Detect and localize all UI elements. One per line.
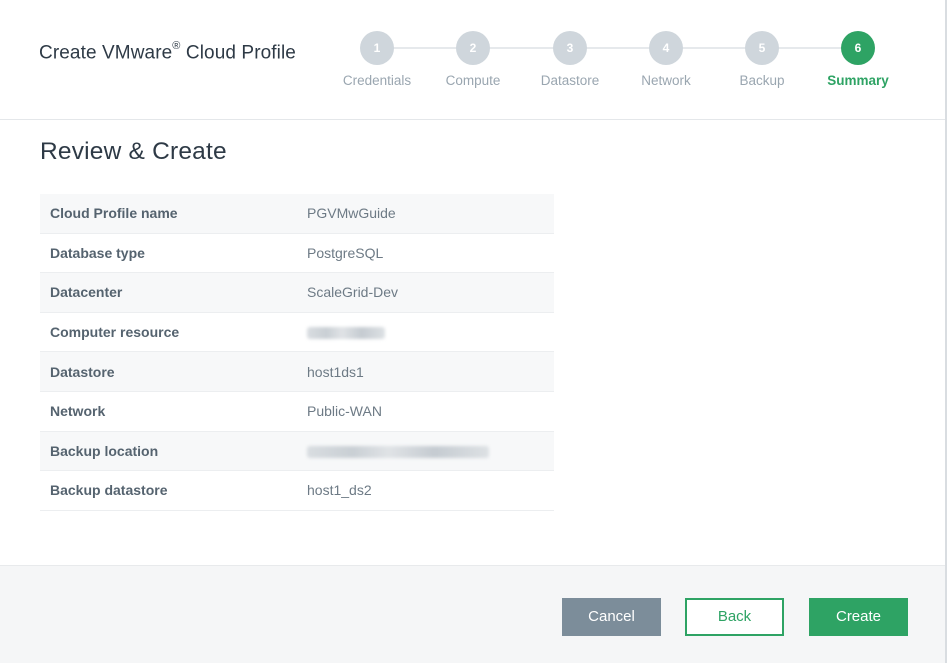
back-button[interactable]: Back <box>685 598 784 636</box>
step-number-circle: 1 <box>360 31 394 65</box>
step-credentials[interactable]: 1 Credentials <box>327 31 427 88</box>
wizard-header: Create VMware® Cloud Profile 1 Credentia… <box>0 0 945 120</box>
step-compute[interactable]: 2 Compute <box>423 31 523 88</box>
row-value: host1ds1 <box>307 363 364 380</box>
row-value: PGVMwGuide <box>307 205 396 222</box>
step-number-circle: 3 <box>553 31 587 65</box>
table-row: Datastore host1ds1 <box>40 352 554 392</box>
table-row: Backup datastore host1_ds2 <box>40 471 554 511</box>
step-number-circle: 2 <box>456 31 490 65</box>
step-label: Credentials <box>342 73 412 88</box>
review-create-heading: Review & Create <box>40 138 227 165</box>
row-label: Datacenter <box>50 284 123 301</box>
row-value-redacted <box>307 324 385 340</box>
cancel-button[interactable]: Cancel <box>562 598 661 636</box>
row-label: Network <box>50 403 106 420</box>
row-value: ScaleGrid-Dev <box>307 284 399 301</box>
step-label: Backup <box>739 73 785 88</box>
step-label: Compute <box>445 73 501 88</box>
row-label: Backup location <box>50 442 159 459</box>
step-label: Datastore <box>540 73 600 88</box>
row-value-redacted <box>307 443 489 459</box>
step-network[interactable]: 4 Network <box>616 31 716 88</box>
row-value: Public-WAN <box>307 403 382 420</box>
table-row: Database type PostgreSQL <box>40 234 554 274</box>
row-label: Datastore <box>50 363 115 380</box>
review-summary-table: Cloud Profile name PGVMwGuide Database t… <box>40 194 554 511</box>
wizard-window: Create VMware® Cloud Profile 1 Credentia… <box>0 0 947 663</box>
table-row: Computer resource <box>40 313 554 353</box>
step-number-circle: 5 <box>745 31 779 65</box>
redacted-value-blur <box>307 446 489 459</box>
step-number-circle: 4 <box>649 31 683 65</box>
row-value: PostgreSQL <box>307 244 384 261</box>
table-row: Datacenter ScaleGrid-Dev <box>40 273 554 313</box>
row-value: host1_ds2 <box>307 482 372 499</box>
row-label: Computer resource <box>50 324 180 341</box>
step-label: Summary <box>827 73 889 88</box>
wizard-footer: Cancel Back Create <box>0 565 945 663</box>
wizard-stepper: 1 Credentials 2 Compute 3 Datastore 4 Ne… <box>0 0 945 120</box>
row-label: Cloud Profile name <box>50 205 178 222</box>
row-label: Database type <box>50 244 145 261</box>
create-button[interactable]: Create <box>809 598 908 636</box>
step-summary[interactable]: 6 Summary <box>808 31 908 88</box>
redacted-value-blur <box>307 327 385 340</box>
step-number-circle: 6 <box>841 31 875 65</box>
row-label: Backup datastore <box>50 482 168 499</box>
step-datastore[interactable]: 3 Datastore <box>520 31 620 88</box>
step-label: Network <box>641 73 691 88</box>
table-row: Backup location <box>40 431 554 472</box>
table-row: Network Public-WAN <box>40 392 554 432</box>
table-row: Cloud Profile name PGVMwGuide <box>40 194 554 234</box>
step-backup[interactable]: 5 Backup <box>712 31 812 88</box>
